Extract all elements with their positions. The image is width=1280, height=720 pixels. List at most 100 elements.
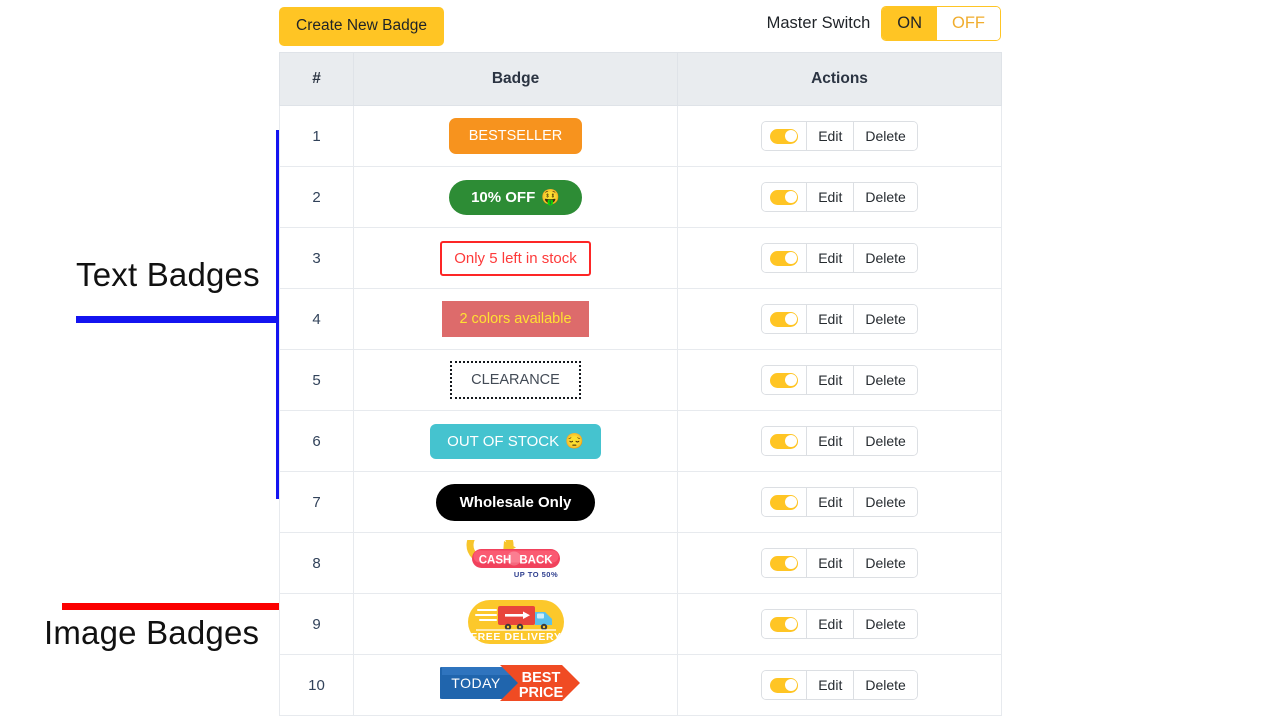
row-number: 7 — [280, 472, 354, 533]
master-switch-group[interactable]: ON OFF — [881, 6, 1001, 41]
row-delete-button[interactable]: Delete — [853, 671, 916, 699]
row-edit-button[interactable]: Edit — [806, 488, 853, 516]
row-delete-button[interactable]: Delete — [853, 488, 916, 516]
badge-chip[interactable]: 2 colors available — [442, 301, 588, 338]
row-enable-toggle[interactable] — [762, 244, 806, 272]
row-delete-button[interactable]: Delete — [853, 366, 916, 394]
row-edit-button[interactable]: Edit — [806, 671, 853, 699]
toggle-switch-icon — [770, 129, 798, 144]
badge-image-cashback[interactable]: CASHBACKUP TO 50% — [464, 540, 568, 587]
table-row: 7 Wholesale Only EditDelete — [280, 472, 1002, 533]
row-number: 2 — [280, 167, 354, 228]
row-number: 8 — [280, 533, 354, 594]
row-delete-button[interactable]: Delete — [853, 610, 916, 638]
row-delete-button[interactable]: Delete — [853, 427, 916, 455]
row-actions-cell: EditDelete — [678, 228, 1002, 289]
row-enable-toggle[interactable] — [762, 305, 806, 333]
table-row: 10TODAYBESTPRICEEditDelete — [280, 655, 1002, 716]
row-actions-group: EditDelete — [761, 182, 918, 212]
toggle-switch-icon — [770, 312, 798, 327]
badge-chip[interactable]: 10% OFF🤑 — [449, 180, 582, 215]
annotation-text-badges-underline — [76, 316, 276, 323]
toggle-switch-icon — [770, 434, 798, 449]
toggle-switch-icon — [770, 495, 798, 510]
row-actions-cell: EditDelete — [678, 289, 1002, 350]
svg-text:BACK: BACK — [519, 554, 553, 566]
master-switch-label: Master Switch — [767, 14, 871, 33]
row-number: 6 — [280, 411, 354, 472]
row-badge-cell: Wholesale Only — [354, 472, 678, 533]
row-edit-button[interactable]: Edit — [806, 366, 853, 394]
table-header-row: # Badge Actions — [280, 53, 1002, 106]
row-number: 3 — [280, 228, 354, 289]
create-new-badge-button[interactable]: Create New Badge — [279, 7, 444, 46]
annotation-image-badges-label: Image Badges — [44, 614, 259, 652]
row-actions-group: EditDelete — [761, 548, 918, 578]
row-enable-toggle[interactable] — [762, 488, 806, 516]
row-enable-toggle[interactable] — [762, 549, 806, 577]
toggle-switch-icon — [770, 678, 798, 693]
toolbar: Create New Badge Master Switch ON OFF — [279, 0, 1001, 52]
badge-image-best-price[interactable]: TODAYBESTPRICE — [440, 661, 592, 710]
row-badge-cell: OUT OF STOCK 😔 — [354, 411, 678, 472]
svg-text:TODAY: TODAY — [451, 675, 501, 691]
toggle-switch-icon — [770, 251, 798, 266]
badge-label: Wholesale Only — [460, 495, 572, 510]
row-delete-button[interactable]: Delete — [853, 244, 916, 272]
row-number: 1 — [280, 106, 354, 167]
row-enable-toggle[interactable] — [762, 366, 806, 394]
table-body: 1BESTSELLEREditDelete210% OFF🤑EditDelete… — [280, 106, 1002, 716]
row-delete-button[interactable]: Delete — [853, 183, 916, 211]
row-enable-toggle[interactable] — [762, 122, 806, 150]
badge-chip[interactable]: Wholesale Only — [436, 484, 596, 521]
table-row: 4 2 colors available EditDelete — [280, 289, 1002, 350]
badge-label: 2 colors available — [459, 312, 571, 327]
row-badge-cell: 2 colors available — [354, 289, 678, 350]
master-switch-on-option[interactable]: ON — [882, 7, 937, 40]
column-header-actions: Actions — [678, 53, 1002, 106]
column-header-number: # — [280, 53, 354, 106]
badge-chip[interactable]: Only 5 left in stock — [440, 241, 591, 276]
badge-label: BESTSELLER — [469, 129, 563, 144]
row-delete-button[interactable]: Delete — [853, 549, 916, 577]
row-edit-button[interactable]: Edit — [806, 549, 853, 577]
table-row: 9FREE DELIVERYEditDelete — [280, 594, 1002, 655]
badge-image-free-delivery[interactable]: FREE DELIVERY — [466, 598, 566, 651]
row-edit-button[interactable]: Edit — [806, 244, 853, 272]
row-enable-toggle[interactable] — [762, 183, 806, 211]
row-edit-button[interactable]: Edit — [806, 610, 853, 638]
badge-chip[interactable]: CLEARANCE — [450, 361, 581, 400]
row-badge-cell: FREE DELIVERY — [354, 594, 678, 655]
row-enable-toggle[interactable] — [762, 671, 806, 699]
row-badge-cell: CLEARANCE — [354, 350, 678, 411]
badge-chip[interactable]: OUT OF STOCK 😔 — [430, 424, 601, 459]
row-actions-group: EditDelete — [761, 487, 918, 517]
row-edit-button[interactable]: Edit — [806, 122, 853, 150]
row-number: 4 — [280, 289, 354, 350]
app-root: Text Badges Image Badges Create New Badg… — [0, 0, 1280, 720]
svg-text:CASH: CASH — [478, 554, 511, 566]
row-edit-button[interactable]: Edit — [806, 183, 853, 211]
row-delete-button[interactable]: Delete — [853, 305, 916, 333]
row-actions-group: EditDelete — [761, 121, 918, 151]
row-badge-cell: TODAYBESTPRICE — [354, 655, 678, 716]
master-switch-off-option[interactable]: OFF — [937, 7, 1000, 40]
row-actions-cell: EditDelete — [678, 655, 1002, 716]
badge-chip[interactable]: BESTSELLER — [449, 118, 583, 155]
row-delete-button[interactable]: Delete — [853, 122, 916, 150]
row-badge-cell: Only 5 left in stock — [354, 228, 678, 289]
svg-text:BEST: BEST — [521, 670, 560, 686]
badge-label: OUT OF STOCK — [447, 434, 559, 449]
row-edit-button[interactable]: Edit — [806, 305, 853, 333]
row-actions-cell: EditDelete — [678, 411, 1002, 472]
row-edit-button[interactable]: Edit — [806, 427, 853, 455]
row-enable-toggle[interactable] — [762, 610, 806, 638]
badge-label: CLEARANCE — [471, 373, 560, 388]
row-enable-toggle[interactable] — [762, 427, 806, 455]
annotation-text-badges-label: Text Badges — [76, 256, 260, 294]
row-actions-cell: EditDelete — [678, 594, 1002, 655]
badge-emoji: 😔 — [565, 434, 584, 449]
row-badge-cell: BESTSELLER — [354, 106, 678, 167]
table-row: 3 Only 5 left in stock EditDelete — [280, 228, 1002, 289]
row-actions-cell: EditDelete — [678, 472, 1002, 533]
